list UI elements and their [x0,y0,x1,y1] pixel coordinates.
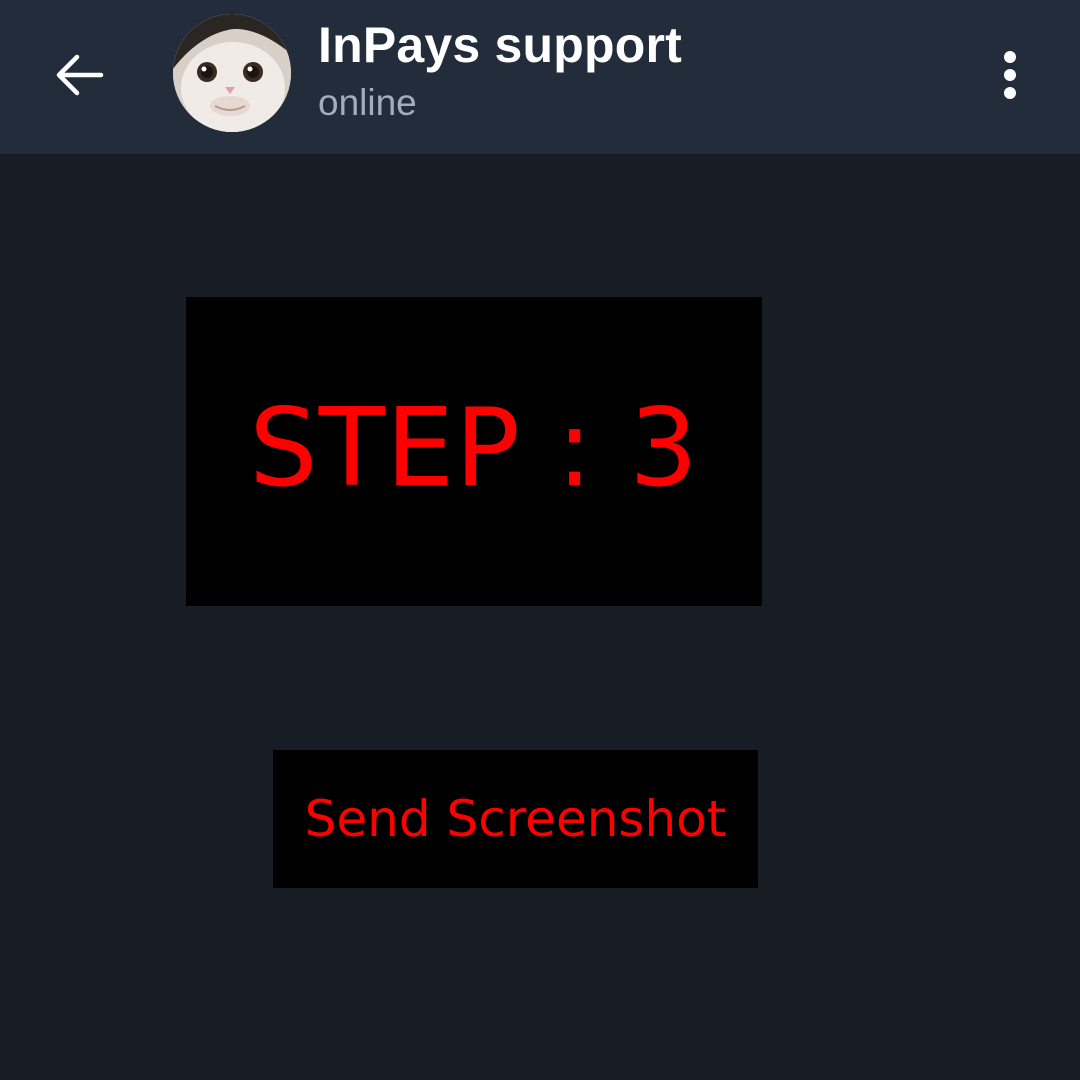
chat-header: InPays support online [0,0,1080,154]
step-text: STEP : 3 [249,386,699,511]
send-screenshot-label: Send Screenshot [304,790,727,848]
back-button[interactable] [44,40,114,110]
more-vertical-icon [1004,51,1016,99]
chat-status: online [318,82,417,123]
step-image-message[interactable]: STEP : 3 [186,297,762,606]
arrow-left-icon [56,54,104,96]
avatar[interactable] [173,14,291,132]
chat-title[interactable]: InPays support [318,16,682,74]
more-options-button[interactable] [980,40,1040,110]
send-screenshot-button[interactable]: Send Screenshot [273,750,758,888]
chat-area [0,154,1080,1080]
cat-avatar-icon [173,14,291,132]
